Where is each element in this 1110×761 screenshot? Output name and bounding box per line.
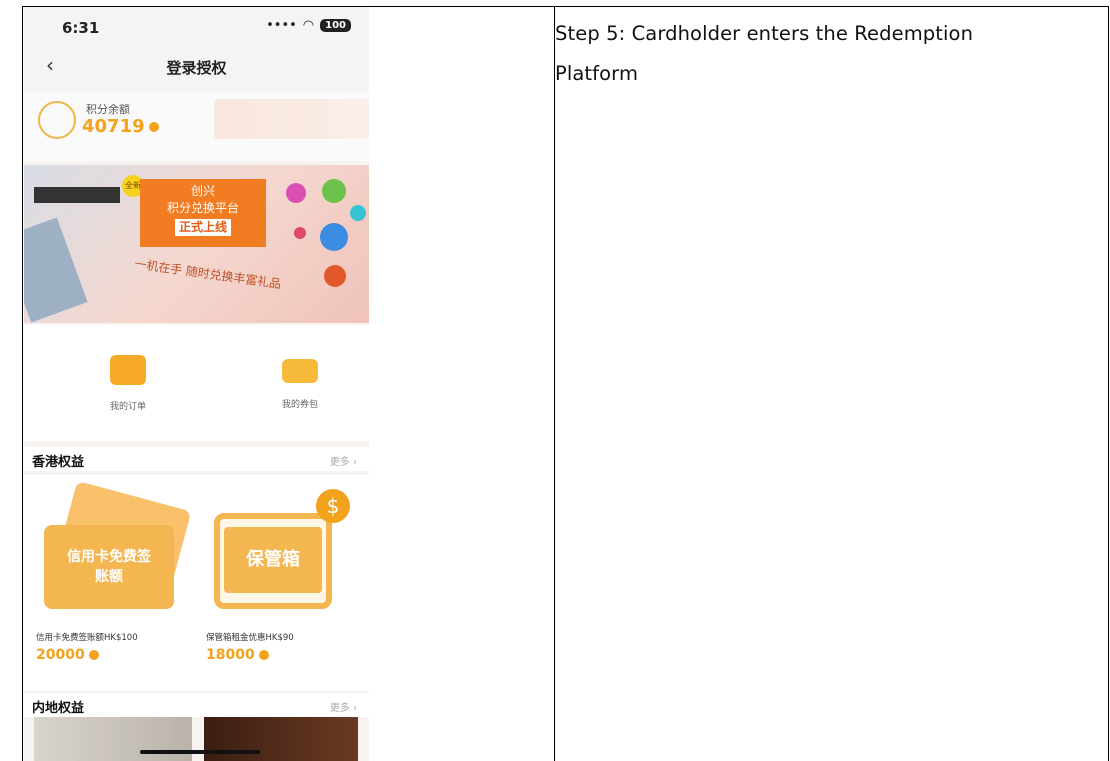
wifi-icon: ◠ — [302, 18, 315, 33]
table-left-border — [22, 6, 23, 761]
coin-icon — [88, 650, 99, 660]
phone-screenshot: 6:31 •••• ◠ 100 ‹ 登录授权 积分余额 40719 全新 创兴 … — [24, 7, 369, 761]
product-thumbnail[interactable] — [34, 717, 192, 761]
more-link[interactable]: 更多 › — [330, 453, 357, 468]
product-name: 保管箱租金优惠HK$90 — [206, 633, 294, 643]
points-balance-panel: 积分余额 40719 — [24, 91, 369, 161]
banner-line2: 积分兑换平台 — [166, 201, 239, 215]
safe-label: 保管箱 — [224, 527, 322, 593]
banner-line3: 正式上线 — [174, 219, 231, 236]
signal-icon: •••• — [266, 18, 297, 33]
bubble-icon — [322, 179, 346, 203]
quick-link-label: 我的券包 — [281, 400, 318, 410]
step-description: Step 5: Cardholder enters the Redemption… — [555, 22, 974, 85]
product-card[interactable]: 信用卡免费签账额 信用卡免费签账额HK$100 20000 — [36, 480, 192, 663]
avatar — [38, 101, 76, 139]
product-image: 信用卡免费签账额 — [36, 480, 192, 623]
table-column-divider — [554, 6, 555, 761]
battery-icon: 100 — [320, 19, 351, 32]
status-icons: •••• ◠ 100 — [266, 18, 351, 33]
quick-link-coupons[interactable]: 我的券包 — [260, 355, 340, 410]
banner-line1: 创兴 — [190, 184, 215, 198]
section-header-cn: 内地权益 更多 › — [24, 693, 369, 717]
product-list: 信用卡免费签账额 信用卡免费签账额HK$100 20000 保管箱 $ 保管箱租… — [24, 475, 369, 691]
banner-subtitle: 一机在手 随时兑换丰富礼品 — [133, 256, 283, 292]
promo-banner[interactable]: 全新 创兴 积分兑换平台 正式上线 一机在手 随时兑换丰富礼品 — [24, 165, 369, 323]
skyline-graphic — [24, 217, 88, 323]
card-front-graphic: 信用卡免费签账额 — [44, 525, 174, 609]
cart-icon — [110, 355, 146, 385]
product-image: 保管箱 $ — [206, 483, 356, 623]
status-time: 6:31 — [62, 19, 100, 37]
bubble-icon — [320, 223, 348, 251]
bubble-icon — [324, 265, 346, 287]
product-price: 20000 — [36, 647, 186, 663]
nav-bar: ‹ 登录授权 — [24, 47, 369, 87]
page-title: 登录授权 — [166, 59, 227, 77]
points-number: 40719 — [82, 116, 145, 137]
bubble-icon — [294, 227, 306, 239]
quick-link-label: 我的订单 — [109, 402, 146, 412]
section-title: 香港权益 — [32, 455, 85, 470]
quick-links: 我的订单 我的券包 — [24, 325, 369, 441]
coin-icon — [148, 122, 159, 132]
product-thumbnail[interactable] — [204, 717, 358, 761]
bubble-icon — [350, 205, 366, 221]
table-right-border — [1108, 6, 1109, 761]
points-value: 40719 — [82, 116, 159, 137]
bubble-icon — [286, 183, 306, 203]
blurred-info — [214, 99, 369, 139]
price-number: 20000 — [36, 647, 85, 663]
more-link[interactable]: 更多 › — [330, 699, 357, 714]
dollar-icon: $ — [316, 489, 350, 523]
coupon-icon — [282, 359, 318, 383]
home-indicator — [140, 750, 260, 754]
status-bar: 6:31 •••• ◠ 100 — [24, 7, 369, 47]
coin-icon — [258, 650, 269, 660]
product-price: 18000 — [206, 647, 356, 663]
section-title: 内地权益 — [32, 701, 85, 716]
cards-graphic — [34, 187, 120, 203]
price-number: 18000 — [206, 647, 255, 663]
quick-link-orders[interactable]: 我的订单 — [88, 355, 168, 412]
product-name: 信用卡免费签账额HK$100 — [36, 633, 138, 643]
mainland-products-preview — [24, 717, 369, 761]
banner-headline-box: 创兴 积分兑换平台 正式上线 — [140, 179, 266, 247]
product-card[interactable]: 保管箱 $ 保管箱租金优惠HK$90 18000 — [206, 483, 356, 663]
points-label: 积分余额 — [86, 103, 130, 116]
section-header-hk: 香港权益 更多 › — [24, 447, 369, 471]
